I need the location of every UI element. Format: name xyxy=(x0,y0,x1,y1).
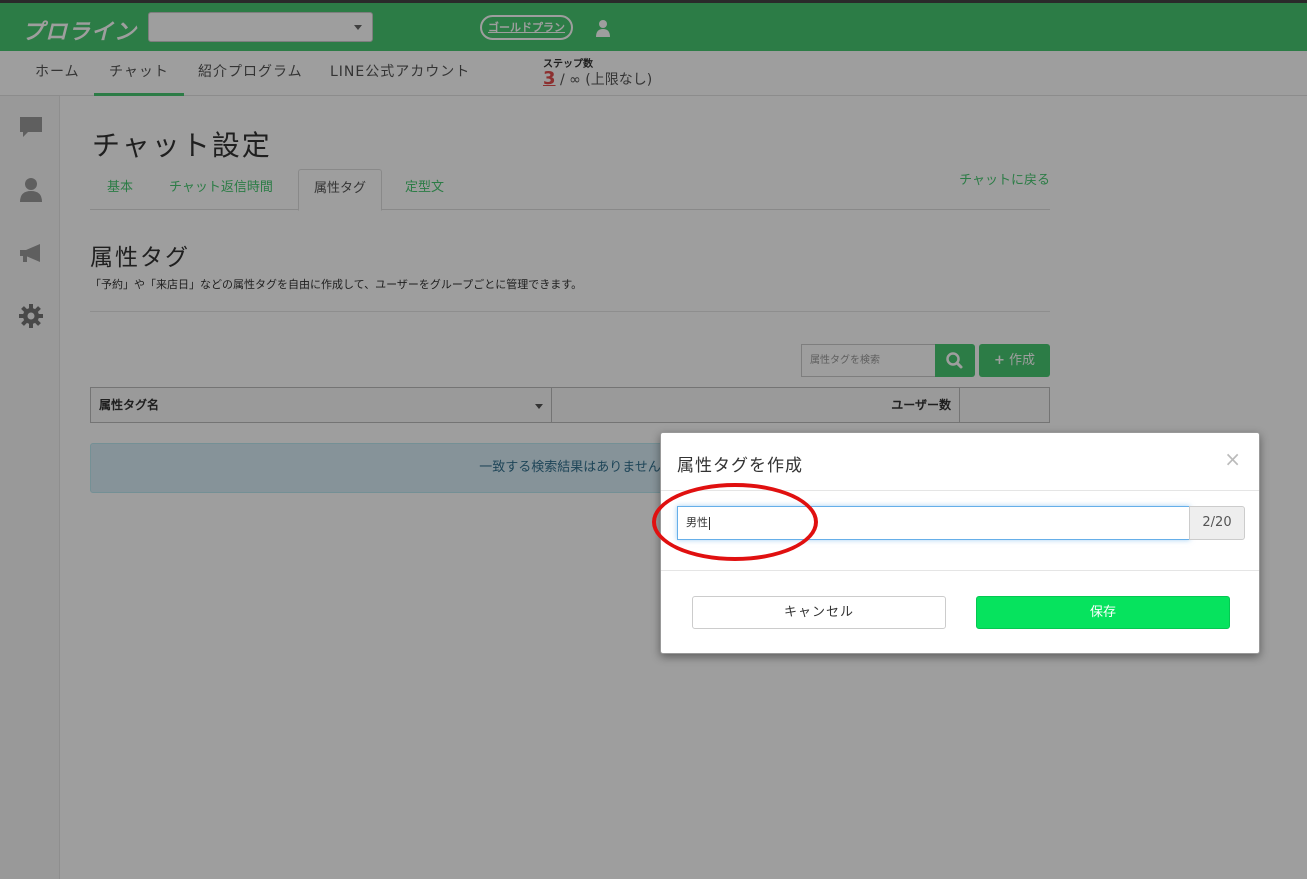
close-icon[interactable]: × xyxy=(1224,447,1241,471)
cancel-button[interactable]: キャンセル xyxy=(692,596,946,629)
modal-title: 属性タグを作成 xyxy=(677,456,803,476)
save-button[interactable]: 保存 xyxy=(976,596,1230,629)
annotation-ellipse xyxy=(652,483,818,561)
character-counter: 2/20 xyxy=(1189,506,1245,540)
modal-divider xyxy=(661,570,1259,571)
